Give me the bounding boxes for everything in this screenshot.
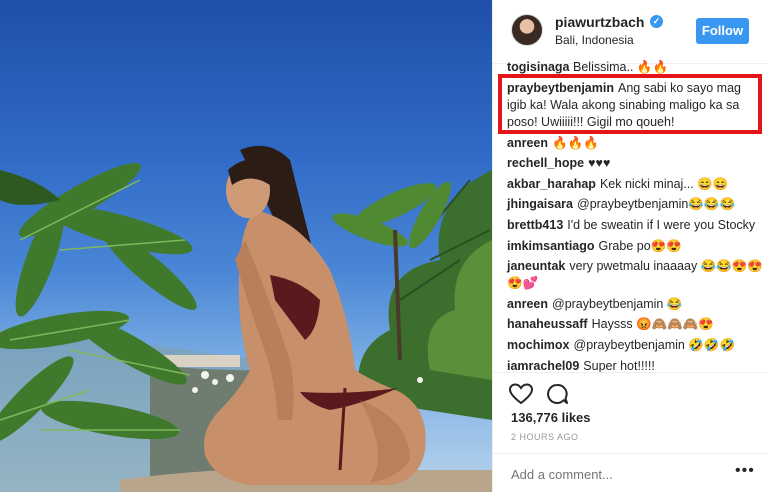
comment-item: mochimox @praybeytbenjamin 🤣🤣🤣 [507, 337, 763, 354]
comment-username[interactable]: hanaheussaff [507, 317, 588, 331]
comment-text: @praybeytbenjamin 😂 [552, 296, 683, 311]
comment-item: brettb413 I'd be sweatin if I were you St… [507, 217, 763, 234]
comment-username[interactable]: rechell_hope [507, 156, 584, 170]
post-location[interactable]: Bali, Indonesia [555, 33, 634, 47]
comment-username[interactable]: iamrachel09 [507, 359, 579, 373]
post-actions: 136,776 likes 2 HOURS AGO ••• [493, 372, 768, 492]
comment-username[interactable]: praybeytbenjamin [507, 81, 614, 95]
post-username[interactable]: piawurtzbach [555, 14, 644, 30]
comment-item: imkimsantiago Grabe po😍😍 [507, 238, 763, 255]
avatar[interactable] [511, 14, 543, 46]
comment-text: Super hot!!!!! [583, 358, 655, 373]
more-options-icon[interactable]: ••• [735, 462, 755, 480]
comment-text: 🔥🔥🔥 [552, 135, 599, 150]
comment-username[interactable]: akbar_harahap [507, 177, 596, 191]
comment-username[interactable]: jhingaisara [507, 197, 573, 211]
post-sidebar: piawurtzbach ✓ Bali, Indonesia Follow to… [492, 0, 768, 492]
comment-item: anreen @praybeytbenjamin 😂 [507, 296, 763, 313]
comment-text: @praybeytbenjamin😂😂😂 [577, 197, 736, 212]
comment-username[interactable]: togisinaga [507, 60, 570, 74]
comment-item: rechell_hope ♥♥♥ [507, 155, 763, 172]
comment-item: akbar_harahap Kek nicki minaj... 😄😄 [507, 176, 763, 193]
follow-button[interactable]: Follow [696, 18, 749, 44]
comment-item: jhingaisara @praybeytbenjamin😂😂😂 [507, 196, 763, 213]
comment-username[interactable]: anreen [507, 297, 548, 311]
comment-username[interactable]: janeuntak [507, 259, 565, 273]
heart-icon[interactable] [508, 383, 534, 410]
comments-list: praybeytbenjamin Ang sabi ko sayo mag igi… [507, 80, 763, 378]
post-header: piawurtzbach ✓ Bali, Indonesia Follow [493, 0, 768, 64]
comment-item: hanaheussaff Haysss 😡🙈🙈🙈😍 [507, 316, 763, 333]
photo-illustration [0, 145, 492, 492]
likes-count[interactable]: 136,776 likes [511, 410, 591, 425]
comment-item: praybeytbenjamin Ang sabi ko sayo mag igi… [507, 80, 763, 131]
add-comment-bar: ••• [493, 453, 768, 492]
comment-item: anreen 🔥🔥🔥 [507, 135, 763, 152]
comment-text: Grabe po😍😍 [598, 238, 682, 253]
comment-username[interactable]: brettb413 [507, 218, 563, 232]
comment-text: @praybeytbenjamin 🤣🤣🤣 [573, 337, 736, 352]
comment-item: janeuntak very pwetmalu inaaaay 😂😂😍😍😍💕 [507, 258, 763, 292]
comment-text: Haysss 😡🙈🙈🙈😍 [591, 317, 714, 332]
comment-partial: togisinaga Belissima.. 🔥🔥 [507, 60, 763, 78]
post-timestamp: 2 HOURS AGO [511, 432, 579, 442]
comment-username[interactable]: imkimsantiago [507, 239, 595, 253]
add-comment-input[interactable] [511, 464, 721, 484]
post-photo[interactable] [0, 0, 492, 492]
comment-username[interactable]: mochimox [507, 338, 570, 352]
comment-text: Kek nicki minaj... 😄😄 [599, 176, 729, 191]
comment-username[interactable]: anreen [507, 136, 548, 150]
comment-text: I'd be sweatin if I were you Stocky [567, 217, 756, 232]
comment-text: ♥♥♥ [588, 156, 611, 171]
verified-badge-icon: ✓ [650, 15, 663, 28]
comment-icon[interactable] [545, 383, 569, 410]
comment-text: Belissima.. 🔥🔥 [573, 60, 669, 74]
